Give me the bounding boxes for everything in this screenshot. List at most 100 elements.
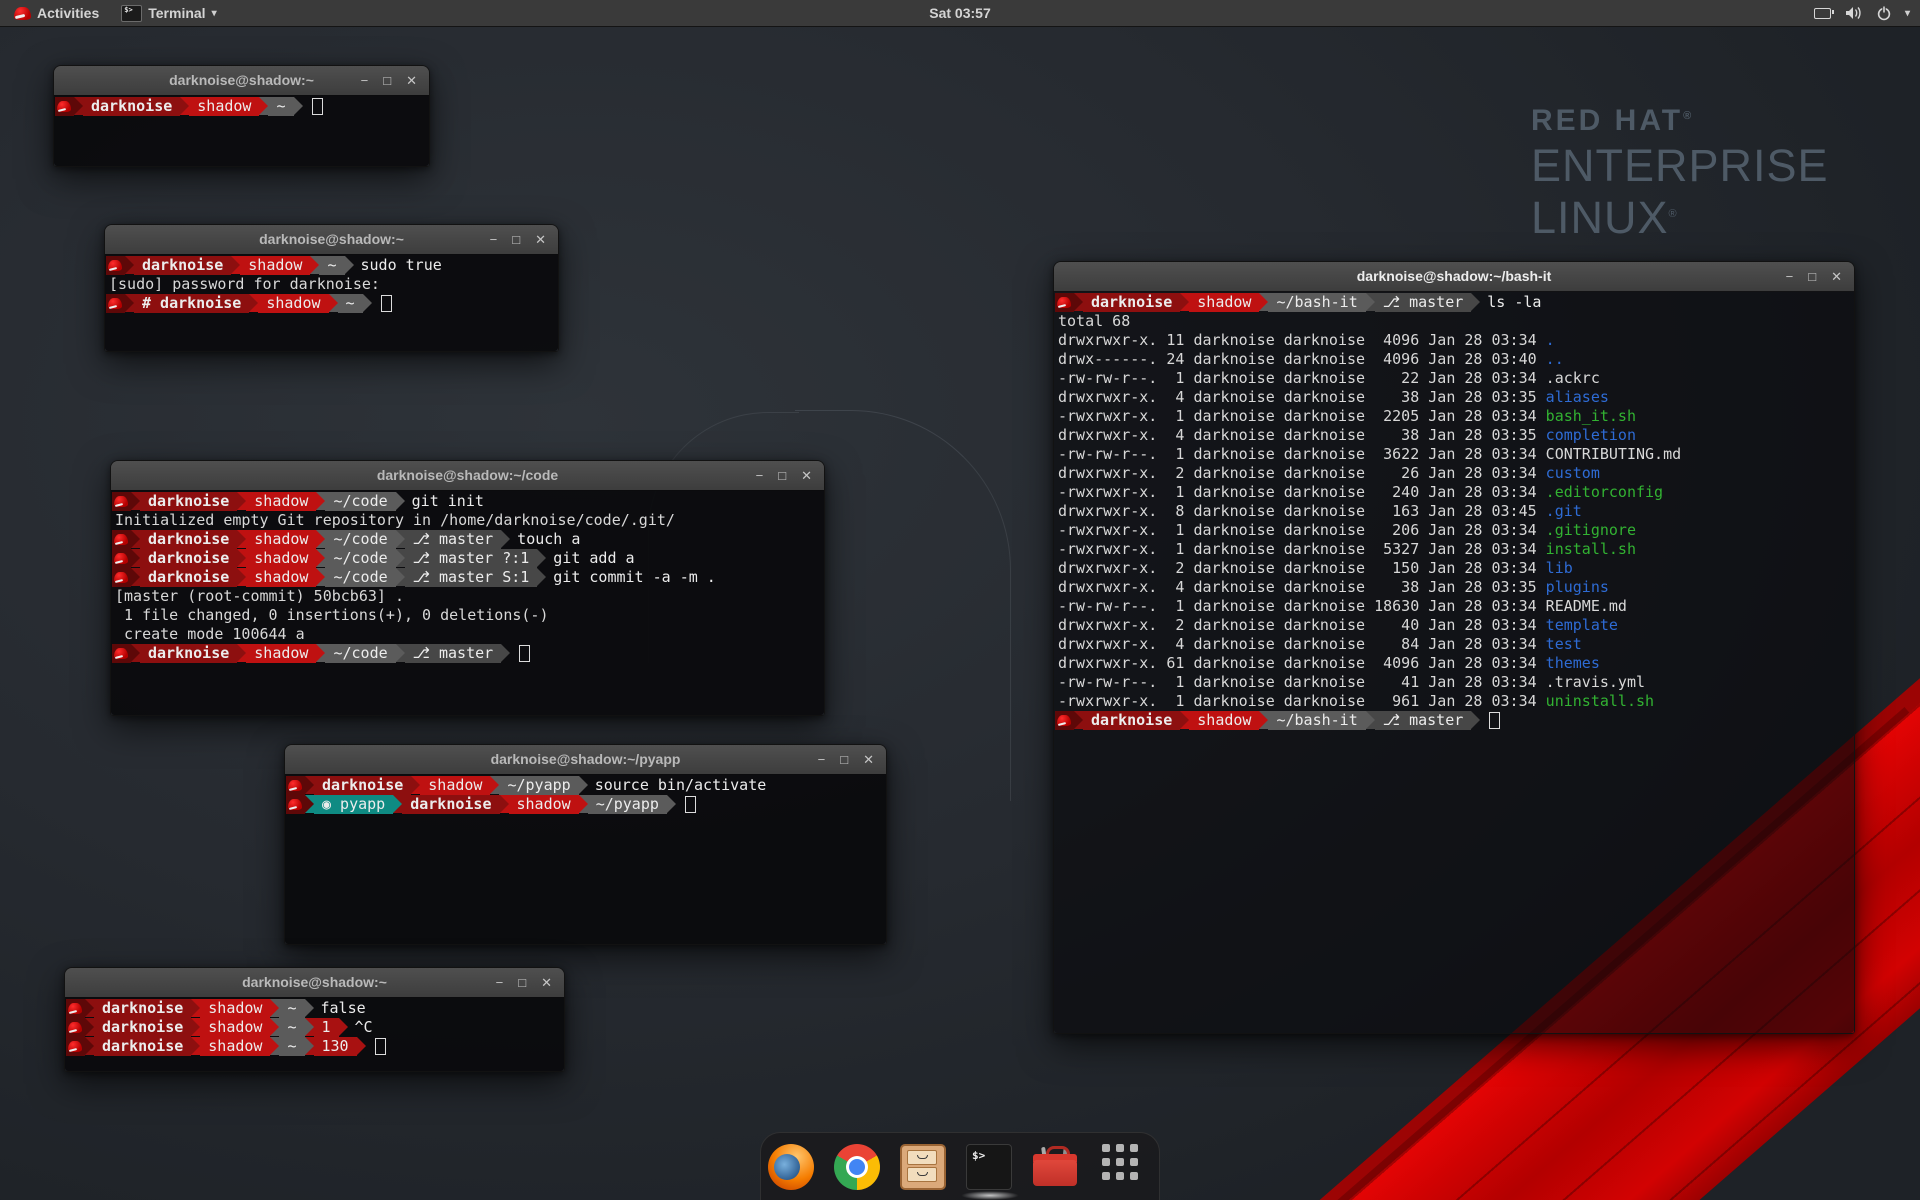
toolbox-icon[interactable]: [1032, 1144, 1078, 1190]
powerline-arrow-icon: [1074, 293, 1083, 311]
window-titlebar[interactable]: darknoise@shadow:~ −□✕: [54, 66, 429, 96]
ls-row-filename: README.md: [1546, 597, 1627, 616]
close-button[interactable]: ✕: [535, 232, 546, 247]
redhat-prompt-icon: [114, 534, 128, 545]
prompt-segment-path: ~/pyapp: [588, 795, 667, 814]
terminal-line: darknoiseshadow~false: [66, 999, 564, 1018]
prompt-segment-user: darknoise: [140, 530, 237, 549]
system-status-area[interactable]: ▾: [1814, 0, 1910, 26]
prompt-segment-path: ~/code: [325, 492, 395, 511]
ls-row-meta: drwxrwxr-x. 8 darknoise darknoise 163 Ja…: [1055, 502, 1546, 521]
powerline-arrow-icon: [305, 999, 314, 1017]
window-title: darknoise@shadow:~/pyapp: [491, 751, 681, 767]
minimize-button[interactable]: −: [490, 232, 498, 247]
terminal-line: ◉ pyappdarknoiseshadow~/pyapp: [286, 795, 886, 814]
prompt-segment-path: ~: [279, 999, 304, 1018]
prompt-segment-user: darknoise: [94, 1037, 191, 1056]
prompt-segment-user: darknoise: [94, 1018, 191, 1037]
chrome-icon[interactable]: [834, 1144, 880, 1190]
terminal-content[interactable]: darknoiseshadow~/codegit initInitialized…: [111, 490, 824, 715]
minimize-button[interactable]: −: [818, 752, 826, 767]
terminal-line: drwxrwxr-x. 4 darknoise darknoise 38 Jan…: [1055, 388, 1854, 407]
terminal-content[interactable]: darknoiseshadow~/bash-it⎇ masterls -lato…: [1054, 291, 1854, 1033]
window-titlebar[interactable]: darknoise@shadow:~/bash-it −□✕: [1054, 262, 1854, 292]
prompt-segment-path: ~/code: [325, 530, 395, 549]
files-icon[interactable]: [900, 1144, 946, 1190]
powerline-arrow-icon: [500, 795, 509, 813]
prompt-segment-git: ⎇ master: [1375, 711, 1472, 730]
prompt-segment-host: shadow: [509, 795, 579, 814]
powerline-arrow-icon: [270, 1037, 279, 1055]
ls-row-meta: drwxrwxr-x. 61 darknoise darknoise 4096 …: [1055, 654, 1546, 673]
redhat-prompt-icon: [57, 101, 71, 112]
close-button[interactable]: ✕: [541, 975, 552, 990]
prompt-segment-user: # darknoise: [134, 294, 249, 313]
powerline-arrow-icon: [329, 294, 338, 312]
redhat-prompt-icon: [108, 260, 122, 271]
firefox-icon[interactable]: [768, 1144, 814, 1190]
minimize-button[interactable]: −: [1786, 269, 1794, 284]
powerline-arrow-icon: [85, 1037, 94, 1055]
terminal-line: -rw-rw-r--. 1 darknoise darknoise 3622 J…: [1055, 445, 1854, 464]
close-button[interactable]: ✕: [863, 752, 874, 767]
minimize-button[interactable]: −: [756, 468, 764, 483]
terminal-output-text: Initialized empty Git repository in /hom…: [112, 511, 675, 530]
terminal-icon[interactable]: $>: [966, 1144, 1012, 1190]
maximize-button[interactable]: □: [512, 232, 520, 247]
ls-row-filename: .: [1546, 331, 1555, 350]
terminal-content[interactable]: darknoiseshadow~: [54, 95, 429, 166]
terminal-content[interactable]: darknoiseshadow~sudo true[sudo] password…: [105, 254, 558, 351]
prompt-segment-host: shadow: [246, 549, 316, 568]
terminal-cursor: [519, 645, 530, 662]
powerline-arrow-icon: [411, 776, 420, 794]
prompt-segment-path: ~: [268, 97, 293, 116]
powerline-arrow-icon: [316, 568, 325, 586]
prompt-segment-path: ~: [338, 294, 363, 313]
prompt-segment-host: shadow: [200, 999, 270, 1018]
window-titlebar[interactable]: darknoise@shadow:~/pyapp −□ ✕: [285, 745, 886, 775]
maximize-button[interactable]: □: [840, 752, 848, 767]
ls-row-meta: -rw-rw-r--. 1 darknoise darknoise 3622 J…: [1055, 445, 1546, 464]
prompt-segment-user: darknoise: [1083, 711, 1180, 730]
prompt-segment-path: ~/code: [325, 568, 395, 587]
redhat-prompt-icon: [288, 799, 302, 810]
terminal-window-exit-codes: darknoise@shadow:~ −□✕ darknoiseshadow~f…: [64, 967, 565, 1072]
terminal-content[interactable]: darknoiseshadow~/pyappsource bin/activat…: [285, 774, 886, 944]
maximize-button[interactable]: □: [778, 468, 786, 483]
minimize-button[interactable]: −: [496, 975, 504, 990]
terminal-line: darknoiseshadow~/code⎇ master ?:1git add…: [112, 549, 824, 568]
prompt-segment-user: darknoise: [314, 776, 411, 795]
window-titlebar[interactable]: darknoise@shadow:~ −□ ✕: [105, 225, 558, 255]
close-button[interactable]: ✕: [1831, 269, 1842, 284]
close-button[interactable]: ✕: [406, 73, 417, 88]
maximize-button[interactable]: □: [1808, 269, 1816, 284]
powerline-arrow-icon: [396, 644, 405, 662]
window-titlebar[interactable]: darknoise@shadow:~ −□✕: [65, 968, 564, 998]
prompt-segment-user: darknoise: [1083, 293, 1180, 312]
terminal-line: darknoiseshadow~/codegit init: [112, 492, 824, 511]
ls-row-filename: plugins: [1546, 578, 1609, 597]
terminal-line: -rw-rw-r--. 1 darknoise darknoise 41 Jan…: [1055, 673, 1854, 692]
powerline-arrow-icon: [231, 256, 240, 274]
minimize-button[interactable]: −: [361, 73, 369, 88]
prompt-segment-host: shadow: [420, 776, 490, 795]
maximize-button[interactable]: □: [383, 73, 391, 88]
clock[interactable]: Sat 03:57: [0, 0, 1920, 26]
powerline-arrow-icon: [270, 1018, 279, 1036]
prompt-segment-host: shadow: [246, 530, 316, 549]
prompt-segment-path: ~/bash-it: [1268, 293, 1365, 312]
prompt-segment-user: darknoise: [94, 999, 191, 1018]
close-button[interactable]: ✕: [801, 468, 812, 483]
terminal-line: drwxrwxr-x. 11 darknoise darknoise 4096 …: [1055, 331, 1854, 350]
maximize-button[interactable]: □: [518, 975, 526, 990]
window-title: darknoise@shadow:~: [259, 231, 404, 247]
powerline-arrow-icon: [270, 999, 279, 1017]
terminal-output-text: [master (root-commit) 50bcb63] .: [112, 587, 404, 606]
powerline-arrow-icon: [131, 492, 140, 510]
window-titlebar[interactable]: darknoise@shadow:~/code −□✕: [111, 461, 824, 491]
app-grid-icon[interactable]: [1098, 1140, 1152, 1194]
prompt-segment-git: ⎇ master ?:1: [405, 549, 538, 568]
ls-row-meta: -rw-rw-r--. 1 darknoise darknoise 22 Jan…: [1055, 369, 1546, 388]
terminal-content[interactable]: darknoiseshadow~falsedarknoiseshadow~1^C…: [65, 997, 564, 1071]
powerline-arrow-icon: [667, 795, 676, 813]
